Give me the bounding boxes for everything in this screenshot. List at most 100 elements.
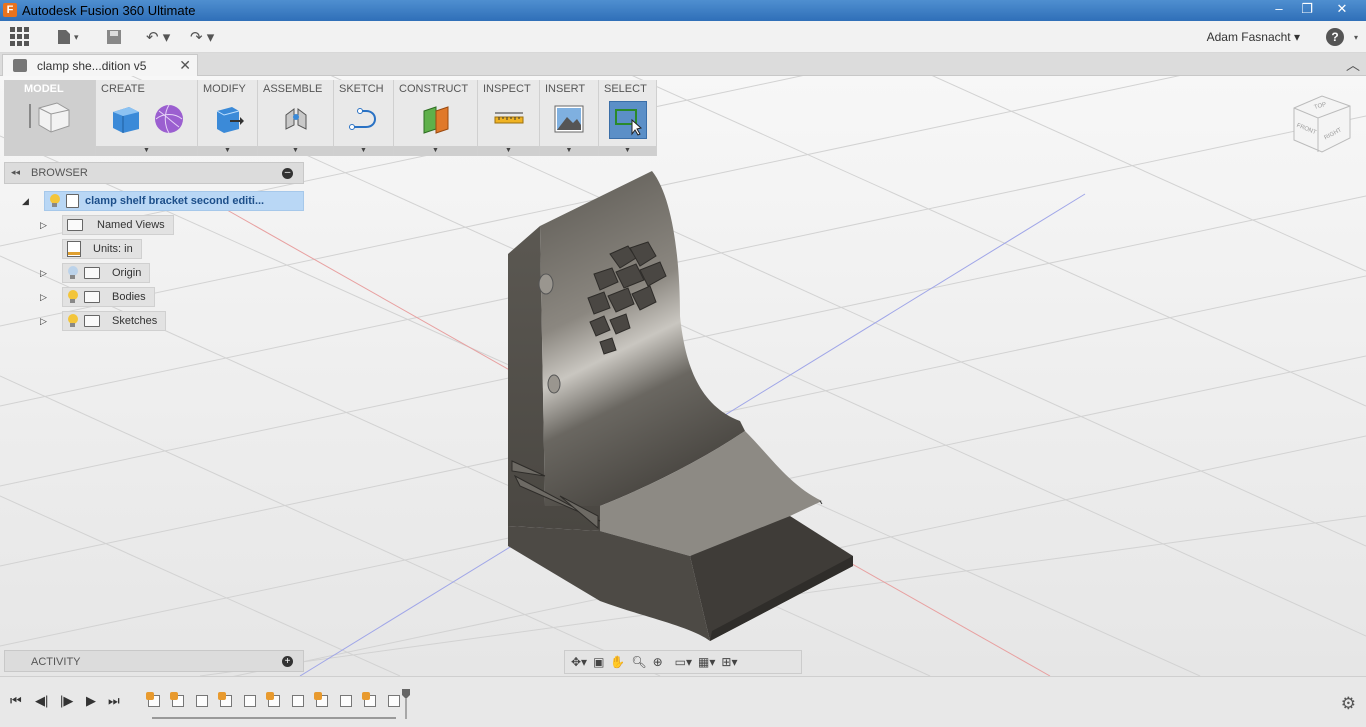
- tree-row-sketches[interactable]: ▷ Sketches: [40, 311, 167, 331]
- tree-row-origin[interactable]: ▷ Origin: [40, 263, 151, 283]
- timeline-extrude-feature[interactable]: [290, 692, 306, 710]
- create-form-icon[interactable]: [152, 102, 186, 136]
- pan-icon[interactable]: ✋: [610, 655, 625, 669]
- collapse-browser-icon[interactable]: ◂◂: [11, 167, 20, 178]
- expand-root-icon[interactable]: ◢: [22, 196, 29, 207]
- construct-dropdown-icon[interactable]: ▼: [394, 146, 477, 156]
- joint-icon[interactable]: [279, 102, 313, 136]
- file-menu-button[interactable]: ▾: [56, 27, 79, 47]
- viewports-icon[interactable]: ⊞▾: [721, 655, 737, 669]
- construct-group[interactable]: CONSTRUCT ▼: [394, 80, 478, 156]
- timeline-marker[interactable]: [402, 689, 410, 719]
- shelf-bracket-model[interactable]: [508, 171, 853, 641]
- look-at-icon[interactable]: ▣: [593, 655, 604, 669]
- activity-expand-icon[interactable]: +: [282, 656, 293, 667]
- undo-button[interactable]: ↶ ▾: [146, 27, 170, 47]
- view-cube[interactable]: TOP FRONT RIGHT: [1288, 92, 1354, 158]
- timeline-extrude-feature[interactable]: [386, 692, 402, 710]
- timeline-sketch-feature[interactable]: [218, 692, 234, 710]
- user-menu[interactable]: Adam Fasnacht ▾: [1207, 30, 1300, 44]
- close-tab-icon[interactable]: ✕: [179, 57, 191, 74]
- origin-node[interactable]: Origin: [62, 263, 151, 283]
- sketch-group[interactable]: SKETCH ▼: [334, 80, 394, 156]
- origin-label: Origin: [112, 267, 142, 279]
- named-views-node[interactable]: Named Views: [62, 215, 174, 235]
- modify-dropdown-icon[interactable]: ▼: [198, 146, 257, 156]
- browser-minimize-icon[interactable]: –: [282, 168, 293, 179]
- visibility-bulb-icon[interactable]: [67, 314, 78, 328]
- document-icon: [13, 59, 27, 72]
- modify-label: MODIFY: [203, 83, 246, 95]
- create-sketch-icon[interactable]: [347, 102, 381, 136]
- timeline-sketch-feature[interactable]: [170, 692, 186, 710]
- go-to-start-icon[interactable]: ⏮: [10, 693, 22, 709]
- bodies-node[interactable]: Bodies: [62, 287, 155, 307]
- select-group[interactable]: SELECT ▼: [599, 80, 657, 156]
- create-dropdown-icon[interactable]: ▼: [96, 146, 197, 156]
- select-dropdown-icon[interactable]: ▼: [599, 146, 656, 156]
- sketch-dropdown-icon[interactable]: ▼: [334, 146, 393, 156]
- tree-row-bodies[interactable]: ▷ Bodies: [40, 287, 155, 307]
- save-button[interactable]: [106, 27, 122, 47]
- create-group[interactable]: CREATE ▼: [96, 80, 198, 156]
- timeline-sketch-feature[interactable]: [146, 692, 162, 710]
- units-node[interactable]: Units: in: [62, 239, 142, 259]
- activity-panel[interactable]: ACTIVITY +: [4, 650, 304, 672]
- expand-named-views-icon[interactable]: ▷: [40, 220, 47, 231]
- visibility-bulb-off-icon[interactable]: [67, 266, 78, 280]
- collapse-toolbar-icon[interactable]: ︿: [1346, 55, 1360, 75]
- browser-header[interactable]: ◂◂ BROWSER –: [4, 162, 304, 184]
- visibility-bulb-icon[interactable]: [67, 290, 78, 304]
- press-pull-icon[interactable]: [211, 102, 245, 136]
- offset-plane-icon[interactable]: [419, 102, 453, 136]
- document-tab[interactable]: clamp she...dition v5 ✕: [2, 54, 198, 76]
- mount-hole-bottom: [547, 374, 561, 394]
- display-settings-icon[interactable]: ▭▾: [675, 655, 692, 669]
- tree-row-named-views[interactable]: ▷ Named Views: [40, 215, 174, 235]
- zoom-icon[interactable]: 🔍︎: [631, 655, 646, 669]
- timeline-sketch-feature[interactable]: [266, 692, 282, 710]
- inspect-dropdown-icon[interactable]: ▼: [478, 146, 539, 156]
- insert-group[interactable]: INSERT ▼: [540, 80, 599, 156]
- redo-button[interactable]: ↷ ▾: [190, 27, 214, 47]
- tree-row-units[interactable]: Units: in: [62, 239, 142, 259]
- assemble-group[interactable]: ASSEMBLE ▼: [258, 80, 334, 156]
- minimize-button[interactable]: –: [1266, 0, 1292, 18]
- help-icon[interactable]: ?: [1326, 28, 1344, 46]
- root-component[interactable]: clamp shelf bracket second editi...: [44, 191, 304, 211]
- expand-origin-icon[interactable]: ▷: [40, 268, 47, 279]
- insert-image-icon[interactable]: [552, 102, 586, 136]
- assemble-dropdown-icon[interactable]: ▼: [258, 146, 333, 156]
- timeline-extrude-feature[interactable]: [242, 692, 258, 710]
- timeline-sketch-feature[interactable]: [362, 692, 378, 710]
- select-tool-icon[interactable]: [608, 101, 647, 139]
- close-button[interactable]: ✕: [1322, 0, 1362, 18]
- step-forward-icon[interactable]: |▶: [60, 693, 73, 709]
- grid-settings-icon[interactable]: ▦▾: [698, 655, 715, 669]
- expand-sketches-icon[interactable]: ▷: [40, 316, 47, 327]
- help-dropdown-icon[interactable]: ▾: [1354, 33, 1358, 42]
- timeline-sketch-feature[interactable]: [314, 692, 330, 710]
- create-box-icon[interactable]: [108, 102, 142, 136]
- visibility-bulb-icon[interactable]: [49, 194, 60, 208]
- timeline-settings-gear-icon[interactable]: ⚙: [1341, 694, 1356, 714]
- data-panel-grid-icon[interactable]: [10, 27, 30, 47]
- sketches-node[interactable]: Sketches: [62, 311, 167, 331]
- timeline-bar: ⏮ ◀| |▶ ▶ ⏭ ⚙: [0, 676, 1366, 727]
- go-to-end-icon[interactable]: ⏭: [108, 693, 120, 709]
- inspect-group[interactable]: INSPECT ▼: [478, 80, 540, 156]
- insert-dropdown-icon[interactable]: ▼: [540, 146, 598, 156]
- workspace-model-group[interactable]: MODEL: [4, 80, 96, 156]
- maximize-button[interactable]: ❐: [1294, 0, 1320, 18]
- tree-root-row[interactable]: ◢ clamp shelf bracket second editi...: [20, 191, 304, 211]
- timeline-extrude-feature[interactable]: [338, 692, 354, 710]
- measure-icon[interactable]: [492, 102, 526, 136]
- mount-hole-top: [538, 273, 554, 295]
- modify-group[interactable]: MODIFY ▼: [198, 80, 258, 156]
- timeline-extrude-feature[interactable]: [194, 692, 210, 710]
- zoom-window-icon[interactable]: ⊕: [653, 655, 663, 669]
- play-icon[interactable]: ▶: [86, 693, 96, 709]
- orbit-icon[interactable]: ✥▾: [571, 655, 587, 669]
- step-back-icon[interactable]: ◀|: [35, 693, 48, 709]
- expand-bodies-icon[interactable]: ▷: [40, 292, 47, 303]
